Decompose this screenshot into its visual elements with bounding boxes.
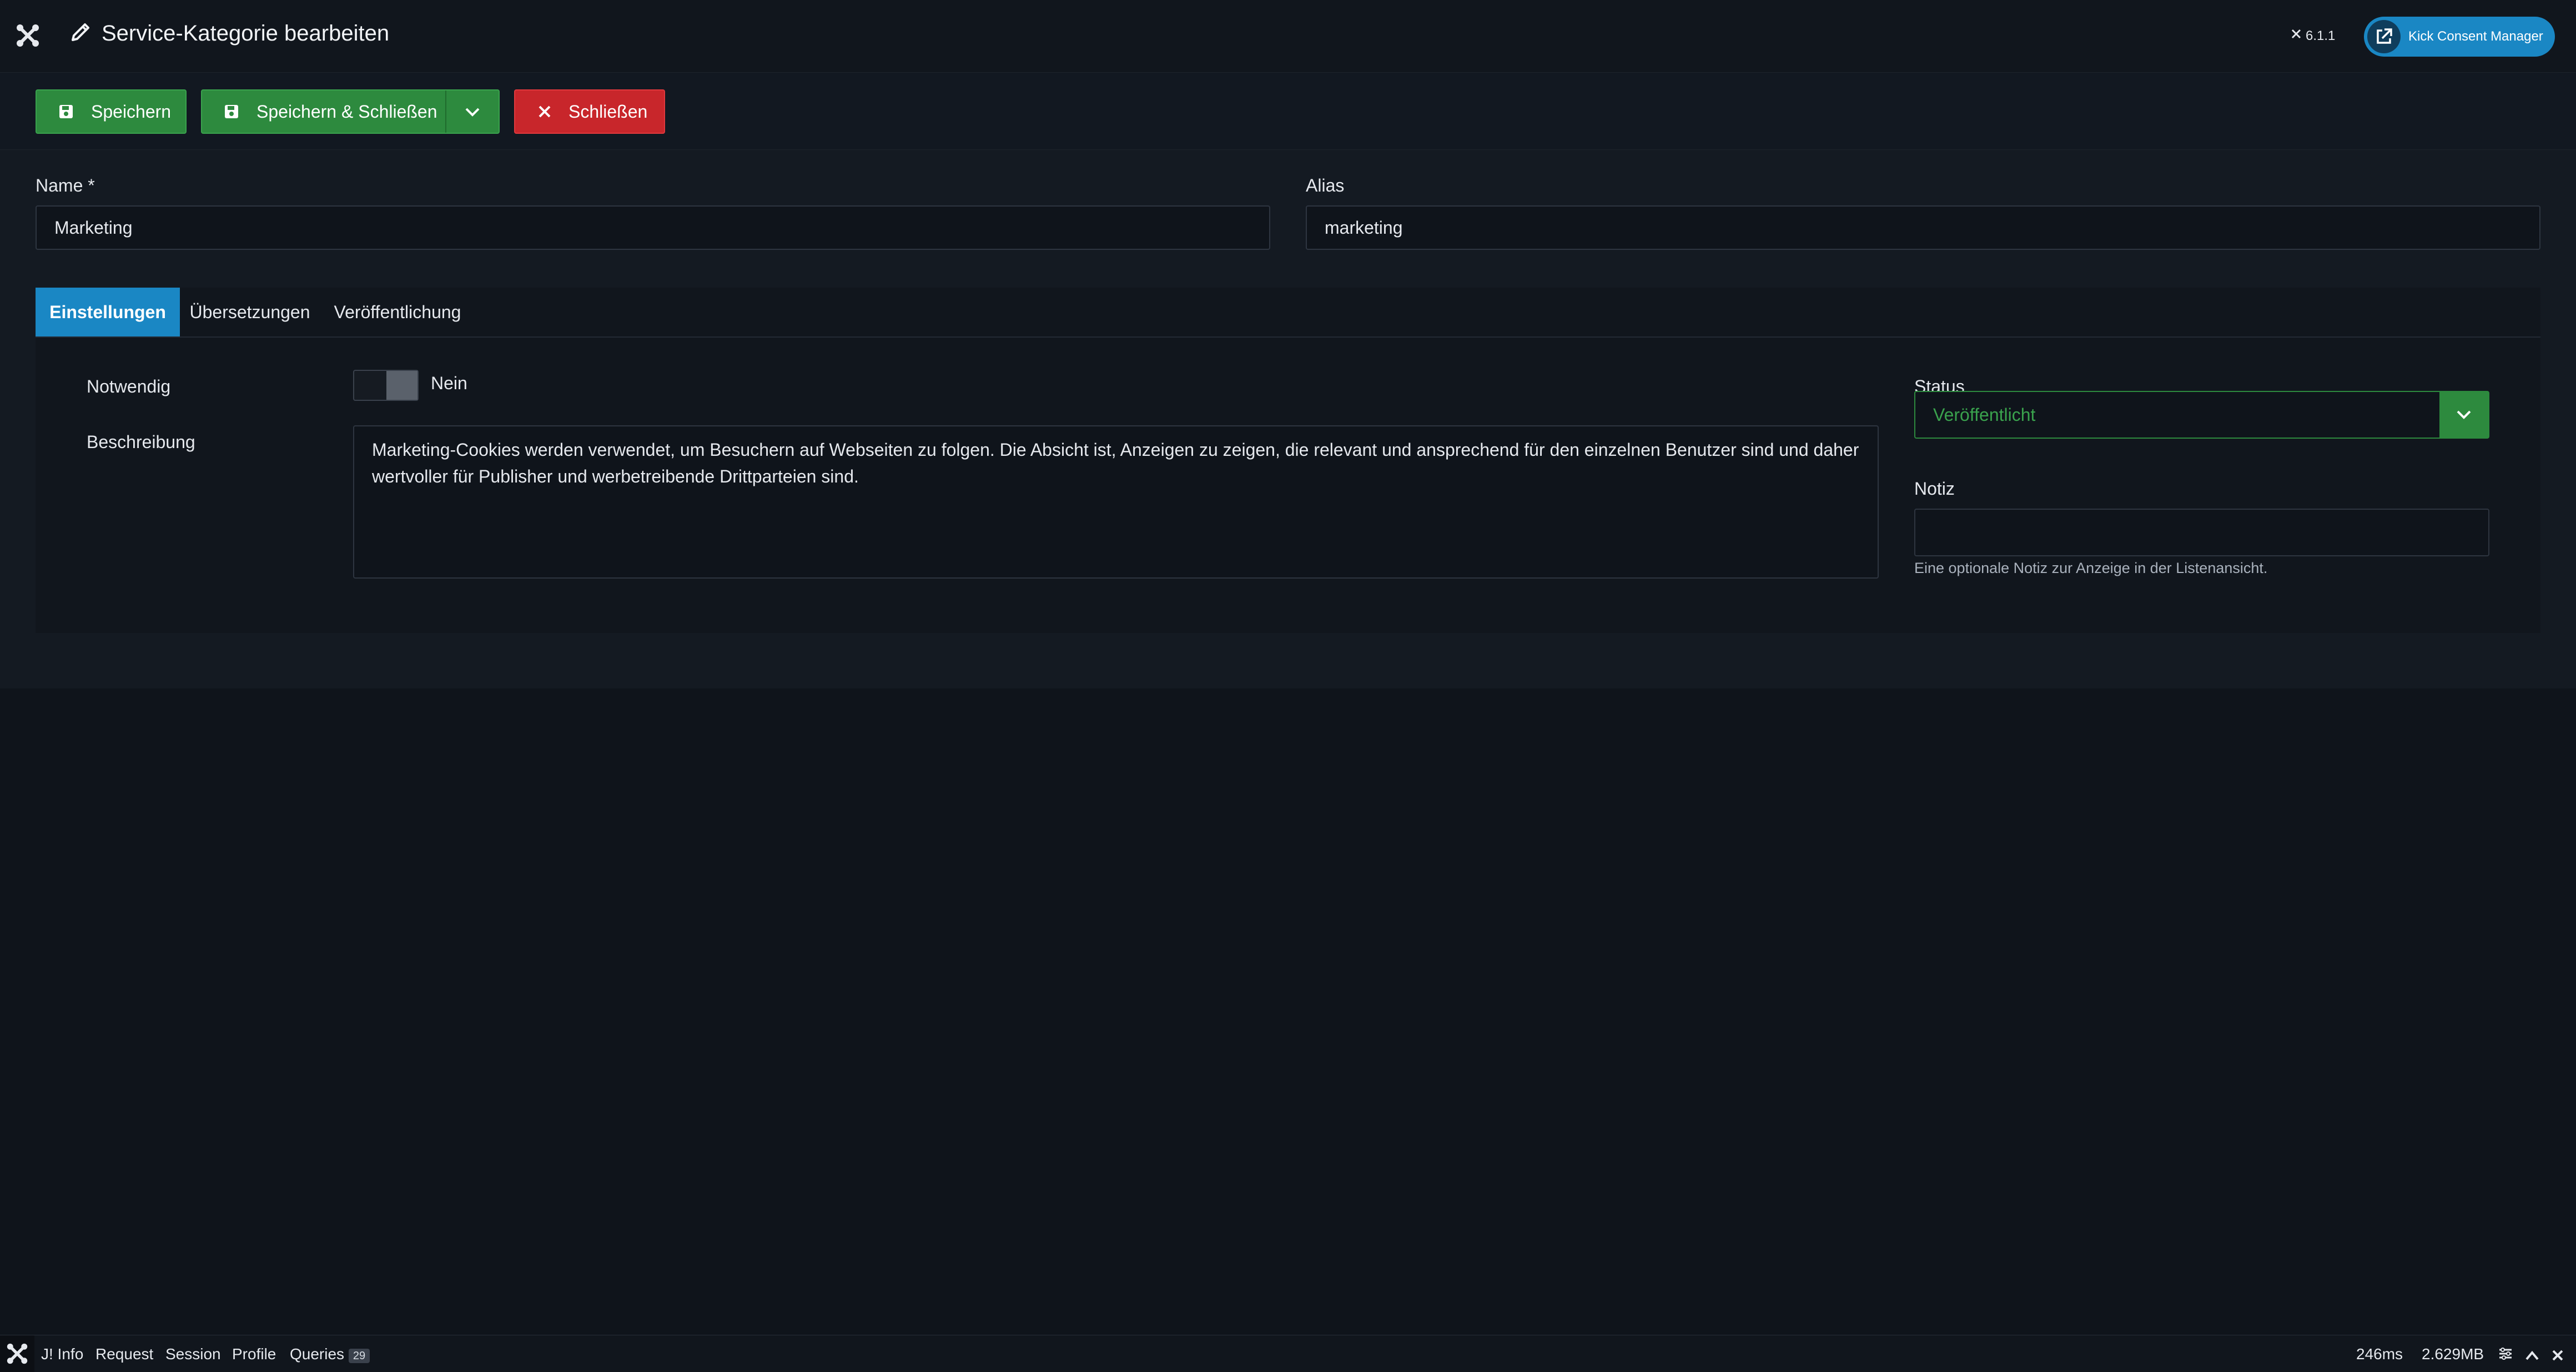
close-button[interactable]: Schließen <box>514 89 665 134</box>
save-icon <box>223 103 240 120</box>
debug-bar: J! Info Request Session Profile Queries … <box>0 1335 2576 1372</box>
description-textarea[interactable]: Marketing-Cookies werden verwendet, um B… <box>353 425 1879 579</box>
page-title: Service-Kategorie bearbeiten <box>102 21 390 46</box>
tab-uebersetzungen[interactable]: Übersetzungen <box>180 288 320 336</box>
chevron-down-icon <box>2439 392 2488 438</box>
settings-panel: Notwendig Nein Beschreibung Marketing-Co… <box>36 338 2540 633</box>
close-x-icon <box>537 104 552 119</box>
version-text: 6.1.1 <box>2306 28 2336 43</box>
kick-consent-manager-label: Kick Consent Manager <box>2408 29 2543 44</box>
tab-label: Einstellungen <box>49 301 166 322</box>
status-value: Veröffentlicht <box>1933 404 2036 425</box>
description-label: Beschreibung <box>87 432 195 452</box>
name-label: Name * <box>36 175 95 195</box>
save-label: Speichern <box>91 101 172 122</box>
required-value: Nein <box>431 373 467 393</box>
save-close-group: Speichern & Schließen <box>201 89 500 134</box>
top-header: Service-Kategorie bearbeiten 6.1.1 Kick … <box>0 0 2576 73</box>
settings-icon[interactable] <box>2498 1346 2513 1365</box>
tab-veroeffentlichung[interactable]: Veröffentlichung <box>320 288 475 336</box>
save-close-button[interactable]: Speichern & Schließen <box>202 91 445 133</box>
debug-queries[interactable]: Queries 29 <box>290 1345 370 1363</box>
tab-label: Übersetzungen <box>189 301 310 322</box>
debug-memory: 2.629MB <box>2422 1345 2484 1363</box>
save-options-dropdown[interactable] <box>446 91 499 133</box>
close-icon[interactable] <box>2552 1348 2564 1365</box>
debug-time: 246ms <box>2356 1345 2403 1363</box>
joomla-small-icon <box>2290 28 2302 44</box>
version-indicator: 6.1.1 <box>2290 28 2335 44</box>
name-input[interactable]: Marketing <box>36 205 1270 250</box>
debug-queries-label: Queries <box>290 1345 345 1363</box>
tab-bar: Einstellungen Übersetzungen Veröffentlic… <box>36 288 2540 338</box>
name-input-value: Marketing <box>54 217 133 238</box>
debug-profile[interactable]: Profile <box>232 1345 276 1363</box>
external-link-icon <box>2367 20 2401 53</box>
alias-label: Alias <box>1306 175 1345 195</box>
chevron-up-icon[interactable] <box>2525 1348 2539 1365</box>
debug-jinfo[interactable]: J! Info <box>41 1345 83 1363</box>
joomla-logo-icon[interactable] <box>16 23 40 48</box>
action-toolbar: Speichern Speichern & Schließen Schließe… <box>0 73 2576 150</box>
required-toggle[interactable] <box>353 370 419 401</box>
pencil-icon <box>69 21 92 46</box>
save-icon <box>58 103 74 120</box>
alias-input[interactable]: marketing <box>1306 205 2540 250</box>
alias-input-value: marketing <box>1325 217 1403 238</box>
kick-consent-manager-button[interactable]: Kick Consent Manager <box>2364 17 2555 57</box>
tab-label: Veröffentlichung <box>334 301 461 322</box>
toggle-knob <box>386 371 417 400</box>
note-label: Notiz <box>1914 479 1955 499</box>
chevron-down-icon <box>464 102 481 122</box>
close-label: Schließen <box>568 101 648 122</box>
save-button[interactable]: Speichern <box>36 89 187 134</box>
debug-request[interactable]: Request <box>95 1345 153 1363</box>
required-label: Notwendig <box>87 376 171 396</box>
debug-session[interactable]: Session <box>165 1345 221 1363</box>
save-close-label: Speichern & Schließen <box>256 101 437 122</box>
queries-count-badge: 29 <box>348 1349 370 1363</box>
status-select[interactable]: Veröffentlicht <box>1914 391 2489 439</box>
tab-einstellungen[interactable]: Einstellungen <box>36 288 180 336</box>
note-input[interactable] <box>1914 509 2489 556</box>
note-hint: Eine optionale Notiz zur Anzeige in der … <box>1914 560 2268 576</box>
description-text: Marketing-Cookies werden verwendet, um B… <box>372 440 1859 486</box>
joomla-debug-logo-icon[interactable] <box>0 1335 34 1372</box>
edit-form: Name * Marketing Alias marketing Einstel… <box>0 150 2576 688</box>
page-title-wrap: Service-Kategorie bearbeiten <box>69 21 389 46</box>
